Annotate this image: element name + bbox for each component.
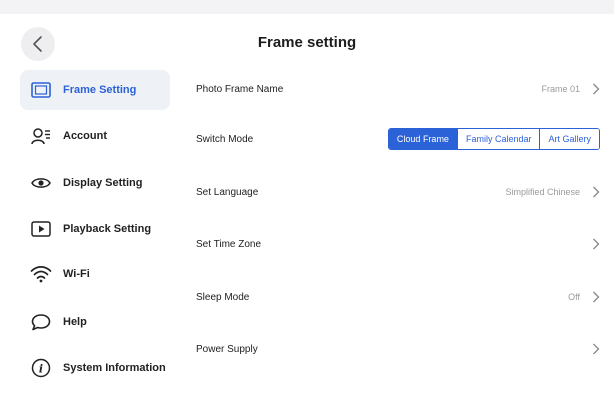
sidebar-item-display-setting[interactable]: Display Setting bbox=[20, 163, 170, 203]
settings-screen: Frame setting Frame Setting Account Disp… bbox=[0, 0, 614, 394]
setting-value: Off bbox=[568, 292, 580, 302]
chevron-right-icon bbox=[593, 83, 600, 95]
sidebar-item-wifi[interactable]: Wi-Fi bbox=[20, 254, 170, 294]
sidebar-item-label: Help bbox=[63, 316, 87, 328]
setting-row-set-language[interactable]: Set Language Simplified Chinese bbox=[196, 174, 600, 210]
account-list-icon bbox=[30, 125, 52, 147]
setting-row-set-time-zone[interactable]: Set Time Zone bbox=[196, 226, 600, 262]
sidebar-item-label: System Information bbox=[63, 362, 166, 374]
sidebar-item-frame-setting[interactable]: Frame Setting bbox=[20, 70, 170, 110]
setting-row-sleep-mode[interactable]: Sleep Mode Off bbox=[196, 279, 600, 315]
chevron-right-icon bbox=[593, 291, 600, 303]
mode-option-cloud-frame[interactable]: Cloud Frame bbox=[388, 129, 457, 149]
sidebar-item-label: Frame Setting bbox=[63, 84, 137, 96]
setting-row-switch-mode: Switch Mode Cloud Frame Family Calendar … bbox=[196, 121, 600, 157]
eye-icon bbox=[30, 172, 52, 194]
wifi-icon bbox=[30, 263, 52, 285]
mode-option-family-calendar[interactable]: Family Calendar bbox=[456, 129, 540, 149]
setting-value: Simplified Chinese bbox=[505, 187, 580, 197]
sidebar-item-label: Wi-Fi bbox=[63, 268, 90, 280]
setting-label: Switch Mode bbox=[196, 133, 254, 145]
page-title: Frame setting bbox=[257, 34, 357, 51]
chevron-right-icon bbox=[593, 343, 600, 355]
setting-label: Photo Frame Name bbox=[196, 83, 284, 95]
mode-option-art-gallery[interactable]: Art Gallery bbox=[539, 129, 599, 149]
sidebar-item-label: Display Setting bbox=[63, 177, 143, 189]
sidebar-item-help[interactable]: Help bbox=[20, 302, 170, 342]
sidebar-item-playback-setting[interactable]: Playback Setting bbox=[20, 209, 170, 249]
frame-icon bbox=[30, 79, 52, 101]
setting-row-photo-frame-name[interactable]: Photo Frame Name Frame 01 bbox=[196, 71, 600, 107]
top-band bbox=[0, 0, 614, 14]
sidebar: Frame Setting Account Display Setting Pl… bbox=[20, 70, 170, 394]
play-icon bbox=[30, 218, 52, 240]
chevron-right-icon bbox=[593, 186, 600, 198]
chevron-right-icon bbox=[593, 238, 600, 250]
info-icon: i bbox=[30, 357, 52, 379]
sidebar-item-label: Account bbox=[63, 130, 107, 142]
setting-value: Frame 01 bbox=[541, 84, 580, 94]
setting-label: Set Language bbox=[196, 186, 259, 198]
sidebar-item-system-information[interactable]: i System Information bbox=[20, 348, 170, 388]
sidebar-item-label: Playback Setting bbox=[63, 223, 152, 235]
setting-label: Set Time Zone bbox=[196, 238, 262, 250]
sidebar-item-account[interactable]: Account bbox=[20, 116, 170, 156]
setting-row-power-supply[interactable]: Power Supply bbox=[196, 331, 600, 367]
mode-segmented-control: Cloud Frame Family Calendar Art Gallery bbox=[387, 128, 600, 150]
chat-bubble-icon bbox=[30, 311, 52, 333]
setting-label: Sleep Mode bbox=[196, 291, 250, 303]
setting-label: Power Supply bbox=[196, 343, 258, 355]
svg-text:i: i bbox=[39, 362, 43, 375]
